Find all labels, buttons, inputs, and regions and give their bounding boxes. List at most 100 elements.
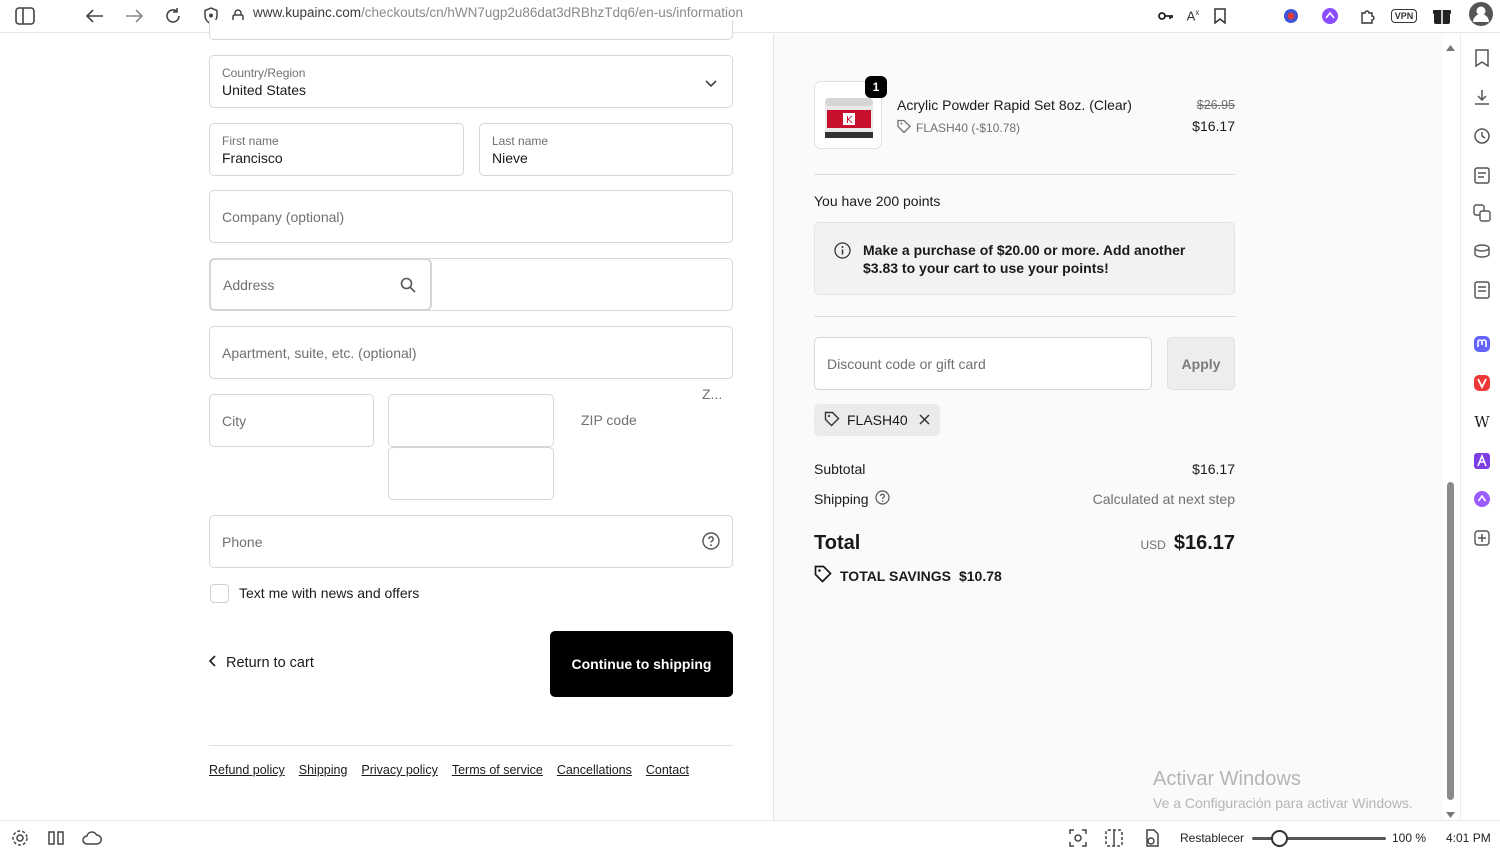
sms-optin-checkbox[interactable] bbox=[210, 584, 229, 603]
shipping-help-icon[interactable] bbox=[874, 490, 890, 508]
item-price: $16.17 bbox=[1192, 118, 1235, 134]
discount-code-input[interactable]: Discount code or gift card bbox=[814, 337, 1152, 390]
shipping-link[interactable]: Shipping bbox=[299, 763, 348, 777]
address-bar[interactable]: www.kupainc.com/checkouts/cn/hWN7ugp2u86… bbox=[253, 5, 743, 21]
history-icon[interactable] bbox=[1471, 125, 1493, 147]
company-field[interactable]: Company (optional) bbox=[209, 190, 733, 243]
apply-button[interactable]: Apply bbox=[1167, 337, 1235, 390]
privacy-policy-link[interactable]: Privacy policy bbox=[361, 763, 437, 777]
continue-to-shipping-button[interactable]: Continue to shipping bbox=[550, 631, 733, 697]
city-field[interactable]: City bbox=[209, 394, 374, 447]
extension-globe-icon[interactable] bbox=[1279, 4, 1303, 28]
wikipedia-icon[interactable]: W bbox=[1471, 411, 1493, 433]
savings-label: TOTAL SAVINGS bbox=[840, 567, 951, 584]
help-circle-icon[interactable] bbox=[702, 532, 720, 555]
back-icon[interactable] bbox=[83, 4, 107, 28]
address-placeholder: Address bbox=[223, 276, 275, 293]
terms-of-service-link[interactable]: Terms of service bbox=[452, 763, 543, 777]
windows-activation-title: Activar Windows bbox=[1153, 768, 1301, 790]
page-scrollbar[interactable] bbox=[1443, 34, 1459, 820]
sms-optin-label: Text me with news and offers bbox=[239, 585, 420, 601]
footer-divider bbox=[209, 745, 733, 746]
address-field[interactable]: Address bbox=[210, 259, 431, 310]
sidebar-toggle-icon[interactable] bbox=[13, 4, 37, 28]
company-placeholder: Company (optional) bbox=[222, 208, 345, 225]
notes-icon[interactable] bbox=[1471, 164, 1493, 186]
zip-truncated-label: Z... bbox=[702, 386, 723, 402]
forward-icon[interactable] bbox=[122, 4, 146, 28]
page-tiling-icon[interactable] bbox=[1103, 827, 1125, 849]
remove-code-close-icon[interactable] bbox=[919, 412, 930, 428]
points-balance: You have 200 points bbox=[814, 193, 941, 209]
last-name-field[interactable]: Last name Nieve bbox=[479, 123, 733, 176]
original-price: $26.95 bbox=[1196, 98, 1235, 112]
profile-avatar-icon[interactable] bbox=[1467, 0, 1495, 28]
discount-code-placeholder: Discount code or gift card bbox=[827, 355, 986, 372]
extension-aria-icon[interactable] bbox=[1318, 4, 1342, 28]
sync-cloud-icon[interactable] bbox=[81, 827, 103, 849]
chevron-left-icon bbox=[208, 655, 216, 671]
vivaldi-icon[interactable] bbox=[1471, 372, 1493, 394]
bookmark-icon[interactable] bbox=[1208, 4, 1232, 28]
apartment-placeholder: Apartment, suite, etc. (optional) bbox=[222, 344, 417, 361]
translate-panel-icon[interactable] bbox=[1471, 202, 1493, 224]
phone-field[interactable]: Phone bbox=[209, 515, 733, 568]
capture-icon[interactable] bbox=[1067, 827, 1089, 849]
zip-placeholder[interactable]: ZIP code bbox=[581, 412, 637, 428]
country-select[interactable]: Country/Region United States bbox=[209, 55, 733, 108]
cancellations-link[interactable]: Cancellations bbox=[557, 763, 632, 777]
chevron-down-icon bbox=[705, 75, 717, 93]
product-title: Acrylic Powder Rapid Set 8oz. (Clear) bbox=[897, 97, 1132, 113]
translate-icon[interactable]: Ax bbox=[1181, 4, 1205, 28]
savings-tag-icon bbox=[814, 565, 832, 586]
applied-code-text: FLASH40 bbox=[847, 412, 908, 428]
add-panel-icon[interactable] bbox=[1471, 527, 1493, 549]
tab-tiling-icon[interactable] bbox=[45, 827, 67, 849]
vpn-label: VPN bbox=[1390, 9, 1418, 23]
product-discount-text: FLASH40 (-$10.78) bbox=[916, 120, 1021, 135]
refund-policy-link[interactable]: Refund policy bbox=[209, 763, 285, 777]
browser-side-panel: W bbox=[1460, 34, 1500, 820]
translator-app-icon[interactable] bbox=[1471, 450, 1493, 472]
zoom-slider-handle[interactable] bbox=[1271, 830, 1288, 847]
windows-activation-subtitle: Ve a Configuración para activar Windows. bbox=[1153, 795, 1413, 811]
downloads-icon[interactable] bbox=[1471, 86, 1493, 108]
contact-link[interactable]: Contact bbox=[646, 763, 689, 777]
gift-icon[interactable] bbox=[1430, 4, 1454, 28]
zoom-reset-button[interactable]: Restablecer bbox=[1180, 831, 1244, 845]
extensions-puzzle-icon[interactable] bbox=[1356, 4, 1380, 28]
bookmarks-panel-icon[interactable] bbox=[1471, 47, 1493, 69]
scrollbar-thumb[interactable] bbox=[1447, 482, 1454, 800]
product-discount: FLASH40 (-$10.78) bbox=[897, 119, 1020, 136]
first-name-field[interactable]: First name Francisco bbox=[209, 123, 464, 176]
savings-value: $10.78 bbox=[958, 567, 1002, 584]
search-icon bbox=[400, 277, 416, 298]
phone-placeholder: Phone bbox=[222, 533, 263, 550]
aria-ai-icon[interactable] bbox=[1471, 488, 1493, 510]
email-field-bottom-edge[interactable] bbox=[209, 20, 733, 40]
applied-discount-chip: FLASH40 bbox=[814, 404, 940, 436]
reading-list-icon[interactable] bbox=[1471, 279, 1493, 301]
reload-icon[interactable] bbox=[161, 4, 185, 28]
shipping-label: Shipping bbox=[814, 491, 869, 507]
return-to-cart-link[interactable]: Return to cart bbox=[208, 655, 314, 671]
total-amount: $16.17 bbox=[1173, 532, 1235, 554]
shipping-row: Shipping bbox=[814, 490, 890, 508]
state-select[interactable] bbox=[388, 394, 554, 447]
points-notice-text: Make a purchase of $20.00 or more. Add a… bbox=[863, 242, 1186, 276]
points-divider bbox=[814, 316, 1235, 317]
mastodon-icon[interactable] bbox=[1471, 333, 1493, 355]
state-dropdown-panel[interactable] bbox=[388, 447, 554, 500]
shipping-value: Calculated at next step bbox=[1092, 491, 1235, 507]
scroll-up-arrow-icon[interactable] bbox=[1446, 38, 1455, 56]
vpn-icon[interactable]: VPN bbox=[1389, 4, 1419, 28]
key-icon[interactable] bbox=[1154, 4, 1178, 28]
page-actions-icon[interactable] bbox=[1141, 827, 1163, 849]
info-icon bbox=[834, 242, 851, 264]
currency-code: USD bbox=[1140, 538, 1166, 552]
apartment-field[interactable]: Apartment, suite, etc. (optional) bbox=[209, 326, 733, 379]
settings-gear-icon[interactable] bbox=[9, 827, 31, 849]
mail-icon[interactable] bbox=[1471, 240, 1493, 262]
total-savings: TOTAL SAVINGS $10.78 bbox=[814, 565, 1002, 586]
first-name-value: Francisco bbox=[222, 150, 283, 166]
